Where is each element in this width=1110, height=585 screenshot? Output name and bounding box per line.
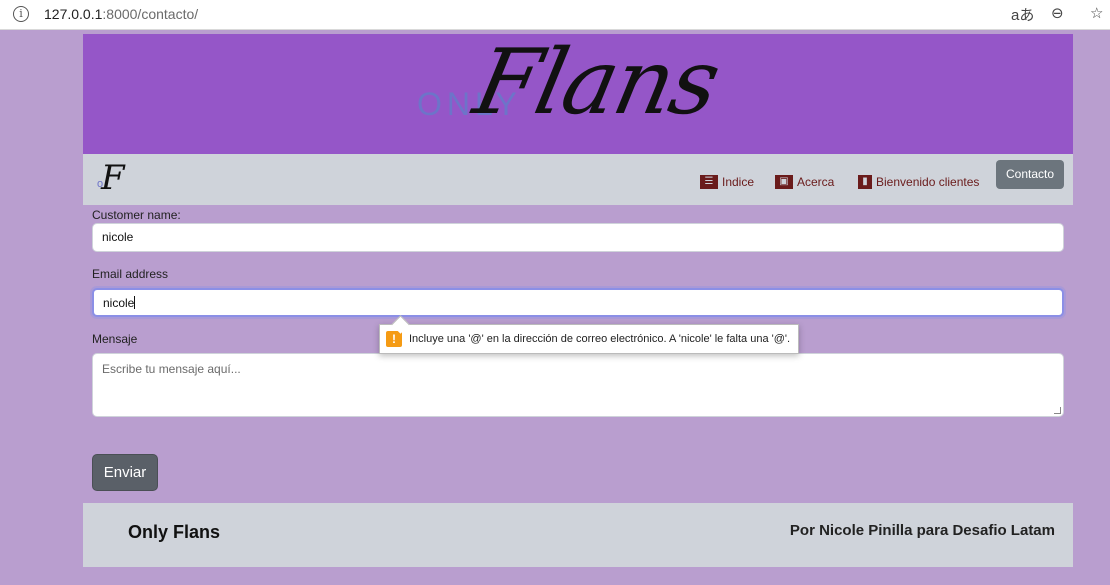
translate-icon[interactable]: aあ — [1011, 4, 1034, 25]
footer: Only Flans Por Nicole Pinilla para Desaf… — [83, 503, 1073, 567]
nav-item-label: Indice — [722, 175, 755, 189]
nav-item-label: Bienvenido clientes — [876, 175, 980, 189]
navbar: o F ☰ Indice ▣ Acerca ▮ Bienvenido clien… — [83, 154, 1073, 205]
url-field[interactable]: 127.0.0.1:8000/contacto/ — [44, 6, 198, 22]
nav-item-bienvenido[interactable]: ▮ Bienvenido clientes — [858, 175, 979, 189]
nav-item-indice[interactable]: ☰ Indice — [700, 175, 754, 189]
nav-item-contacto[interactable]: Contacto — [996, 160, 1065, 189]
site-banner: ONLY Flans — [83, 34, 1073, 154]
navbar-brand-logo[interactable]: o F — [93, 158, 127, 198]
info-icon[interactable]: i — [13, 6, 29, 22]
nav-item-label: Acerca — [797, 175, 835, 189]
brand-f: F — [101, 158, 125, 198]
footer-credit: Por Nicole Pinilla para Desafio Latam — [789, 522, 1055, 539]
footer-brand: Only Flans — [128, 522, 221, 542]
star-icon[interactable]: ☆ — [1090, 4, 1103, 22]
logo-flans-text: Flans — [465, 34, 728, 135]
email-label: Email address — [92, 267, 169, 281]
customer-name-label: Customer name: — [92, 208, 181, 222]
email-input[interactable]: nicole — [92, 288, 1064, 317]
url-path: :8000/contacto/ — [102, 6, 199, 22]
text-caret — [134, 296, 136, 309]
zoom-out-icon[interactable]: ⊖ — [1051, 4, 1064, 22]
id-card-icon: ▣ — [775, 175, 793, 189]
door-open-icon: ▮ — [858, 175, 872, 189]
customer-name-input[interactable]: nicole — [92, 223, 1064, 252]
url-host: 127.0.0.1 — [44, 6, 103, 22]
email-input-value: nicole — [103, 296, 135, 310]
message-textarea[interactable]: Escribe tu mensaje aquí... — [92, 353, 1064, 417]
nav-item-acerca[interactable]: ▣ Acerca — [775, 175, 834, 189]
page-container: ONLY Flans o F ☰ Indice ▣ Acerca ▮ Bienv… — [83, 34, 1073, 205]
validation-message: Incluye una '@' en la dirección de corre… — [409, 333, 791, 345]
message-label: Mensaje — [92, 332, 138, 346]
browser-address-bar: i 127.0.0.1:8000/contacto/ aあ ⊖ ☆ — [0, 0, 1110, 30]
list-indent-icon: ☰ — [700, 175, 718, 189]
message-placeholder: Escribe tu mensaje aquí... — [102, 362, 241, 376]
validation-tooltip: ! Incluye una '@' en la dirección de cor… — [379, 324, 800, 354]
submit-button[interactable]: Enviar — [92, 454, 158, 491]
warning-icon: ! — [386, 331, 402, 347]
resize-handle-icon[interactable] — [1054, 407, 1061, 414]
